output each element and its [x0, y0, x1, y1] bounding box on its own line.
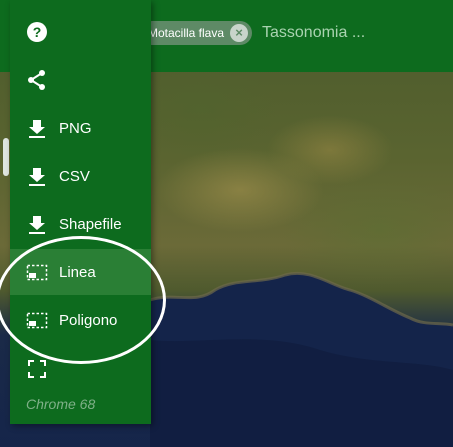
taxonomy-search-input[interactable] — [262, 20, 447, 46]
help-button[interactable]: ? — [10, 9, 151, 55]
share-button[interactable] — [10, 57, 151, 103]
select-polygon-button[interactable]: Poligono — [10, 297, 151, 343]
download-shapefile-button[interactable]: Shapefile — [10, 201, 151, 247]
download-icon — [26, 117, 48, 139]
download-csv-button[interactable]: CSV — [10, 153, 151, 199]
share-icon — [26, 69, 48, 91]
menu-item-label: Linea — [59, 263, 96, 281]
help-icon: ? — [26, 21, 48, 43]
fullscreen-icon — [26, 358, 48, 380]
species-chip[interactable]: Motacilla flava × — [140, 21, 253, 45]
menu-item-label: PNG — [59, 119, 92, 137]
drawer-handle[interactable] — [3, 138, 9, 176]
select-line-button[interactable]: Linea — [10, 249, 151, 295]
menu-item-label: Poligono — [59, 311, 118, 329]
species-chip-label: Motacilla flava — [148, 26, 225, 40]
download-icon — [26, 165, 48, 187]
chip-close-icon[interactable]: × — [230, 24, 249, 42]
menu-item-label: CSV — [59, 167, 90, 185]
fullscreen-button[interactable] — [10, 346, 151, 392]
svg-text:?: ? — [33, 24, 42, 40]
menu-item-label: Shapefile — [59, 215, 122, 233]
download-icon — [26, 213, 48, 235]
browser-version-label: Chrome 68 — [26, 396, 96, 412]
download-png-button[interactable]: PNG — [10, 105, 151, 151]
select-line-icon — [26, 261, 48, 283]
select-polygon-icon — [26, 309, 48, 331]
side-menu: ? PNG CSV Shapefile Linea Poligono Chrom… — [10, 0, 151, 424]
